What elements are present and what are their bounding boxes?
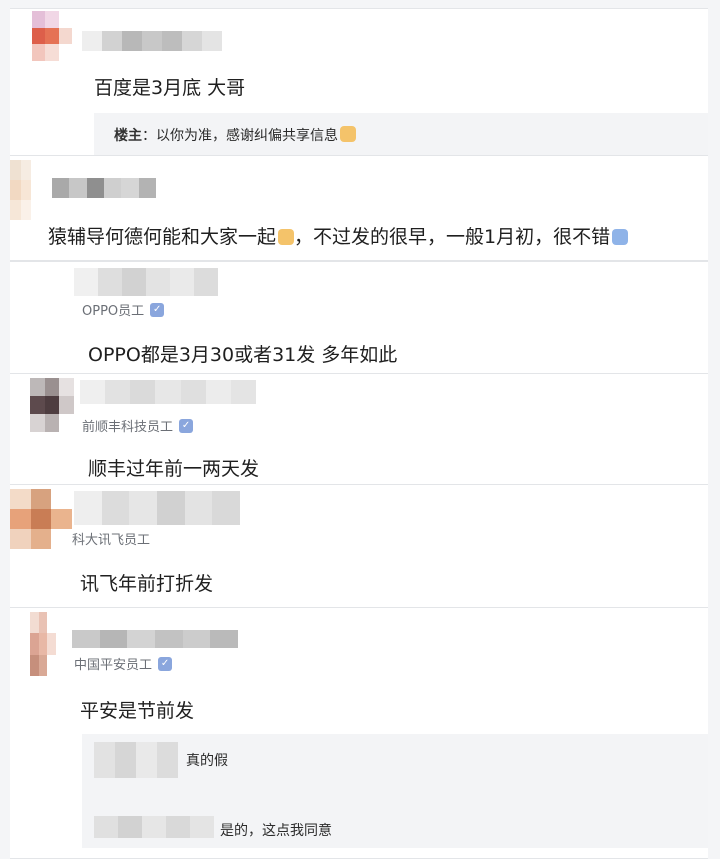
username-pixelated[interactable]: [72, 630, 239, 648]
smile-emoji-icon: [340, 126, 356, 142]
reply-box: 楼主：以你为准，感谢纠偏共享信息: [94, 113, 708, 155]
employer-badge: OPPO员工 ✓: [82, 300, 165, 319]
reply-line: 楼主：以你为准，感谢纠偏共享信息: [114, 125, 356, 145]
comment-text: 平安是节前发: [80, 700, 195, 722]
username-pixelated[interactable]: [74, 268, 218, 296]
reply-separator: ：: [142, 128, 156, 144]
employer-label: OPPO员工: [82, 304, 145, 319]
avatar[interactable]: [30, 612, 56, 676]
reply-text: 真的假: [186, 753, 228, 769]
comment-card: 前顺丰科技员工 ✓ 顺丰过年前一两天发: [10, 373, 708, 485]
verified-icon: ✓: [158, 656, 173, 671]
verified-icon: ✓: [179, 418, 194, 433]
comment-text-part: 猿辅导何德何能和大家一起: [48, 226, 277, 248]
grin-emoji-icon: [612, 229, 629, 245]
comment-card: 中国平安员工 ✓ 平安是节前发 真的假 是的，这点我同意: [10, 607, 708, 859]
reply-box: 真的假 是的，这点我同意: [82, 734, 708, 848]
username-pixelated[interactable]: [80, 380, 256, 404]
smile-emoji-icon: [278, 229, 295, 245]
employer-label: 科大讯飞员工: [72, 533, 151, 548]
username-pixelated[interactable]: [82, 31, 222, 51]
reply-avatar-pixelated[interactable]: [94, 816, 214, 838]
employer-badge: 中国平安员工 ✓: [74, 654, 173, 673]
avatar[interactable]: [10, 489, 72, 549]
employer-label: 中国平安员工: [74, 658, 153, 673]
comment-text: 顺丰过年前一两天发: [88, 458, 260, 480]
username-pixelated[interactable]: [52, 178, 156, 198]
comment-text-part: ，不过发的很早，一般1月初，很不错: [294, 226, 611, 248]
comment-text: 百度是3月底 大哥: [94, 77, 246, 99]
employer-badge: 前顺丰科技员工 ✓: [82, 416, 194, 435]
reply-text: 以你为准，感谢纠偏共享信息: [156, 128, 338, 144]
reply-text: 是的，这点我同意: [220, 823, 332, 839]
employer-label: 前顺丰科技员工: [82, 420, 174, 435]
reply-author[interactable]: 楼主: [114, 128, 142, 144]
comment-card: OPPO员工 ✓ OPPO都是3月30或者31发 多年如此: [10, 261, 708, 374]
reply-avatar-pixelated[interactable]: [94, 742, 178, 778]
comment-card: 猿辅导何德何能和大家一起 ，不过发的很早，一般1月初，很不错: [10, 155, 708, 261]
employer-badge: 科大讯飞员工: [72, 529, 150, 548]
username-pixelated[interactable]: [74, 491, 241, 525]
comment-card: 科大讯飞员工 讯飞年前打折发: [10, 484, 708, 608]
comment-card: 百度是3月底 大哥 楼主：以你为准，感谢纠偏共享信息: [10, 8, 708, 156]
comment-text: OPPO都是3月30或者31发 多年如此: [88, 344, 398, 366]
avatar[interactable]: [10, 160, 42, 220]
comment-text: 讯飞年前打折发: [80, 573, 214, 595]
comment-text: 猿辅导何德何能和大家一起 ，不过发的很早，一般1月初，很不错: [48, 222, 629, 249]
verified-icon: ✓: [150, 302, 165, 317]
avatar[interactable]: [32, 11, 72, 61]
avatar[interactable]: [30, 378, 74, 432]
